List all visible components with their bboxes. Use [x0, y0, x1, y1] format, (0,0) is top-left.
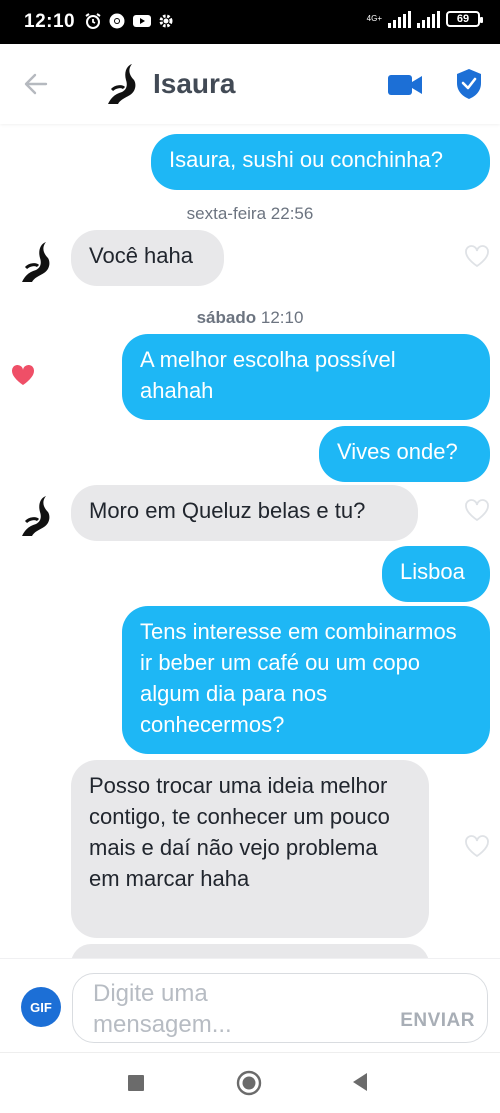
send-button[interactable]: ENVIAR: [400, 1010, 475, 1032]
timestamp-time: 12:10: [260, 308, 304, 327]
network-type-label: 4G+: [366, 14, 382, 23]
message-text: Você haha: [89, 243, 193, 268]
outgoing-message[interactable]: A melhor escolha possível ahahah: [122, 334, 490, 420]
timestamp-divider: sábado 12:10: [0, 308, 500, 328]
message-text: Moro em Queluz belas e tu?: [89, 498, 366, 523]
outgoing-message[interactable]: Isaura, sushi ou conchinha?: [151, 134, 490, 190]
contact-avatar-small[interactable]: [14, 236, 60, 288]
incoming-message[interactable]: Posso trocar uma ideia melhor contigo, t…: [71, 760, 429, 938]
outgoing-message[interactable]: Vives onde?: [319, 426, 490, 482]
liked-heart-icon[interactable]: [10, 363, 36, 387]
gif-button[interactable]: GIF: [21, 987, 61, 1027]
like-heart-icon[interactable]: [464, 244, 490, 268]
status-bar: 12:10 4G+ 69: [0, 0, 500, 44]
incoming-message[interactable]: Moro em Queluz belas e tu?: [71, 485, 418, 541]
signal-strength-2-icon: [417, 10, 440, 28]
chrome-icon: [109, 13, 125, 29]
message-input-placeholder: Digite uma mensagem...: [93, 980, 232, 1038]
safety-shield-icon[interactable]: [455, 68, 483, 100]
nav-back-icon[interactable]: [352, 1072, 368, 1092]
youtube-icon: [133, 15, 151, 27]
status-right-icons: 4G+ 69: [366, 10, 483, 28]
status-notification-icons: [84, 12, 174, 30]
message-text: Tens interesse em combinarmos ir beber u…: [140, 619, 457, 737]
settings-gear-icon: [159, 14, 173, 28]
like-heart-icon[interactable]: [464, 834, 490, 858]
message-input[interactable]: Digite uma mensagem... ENVIAR: [72, 973, 488, 1043]
alarm-icon: [85, 13, 101, 29]
timestamp-time: 22:56: [270, 204, 314, 223]
outgoing-message[interactable]: Tens interesse em combinarmos ir beber u…: [122, 606, 490, 754]
battery-icon: 69: [446, 11, 483, 27]
timestamp-divider: sexta-feira 22:56: [0, 204, 500, 224]
contact-name[interactable]: Isaura: [153, 68, 236, 100]
contact-avatar-small[interactable]: [14, 490, 60, 542]
back-arrow-icon[interactable]: [22, 70, 50, 98]
contact-avatar[interactable]: [98, 60, 142, 110]
signal-strength-icon: [388, 10, 411, 28]
message-text: A melhor escolha possível ahahah: [140, 347, 396, 403]
home-icon[interactable]: [236, 1070, 262, 1096]
battery-level: 69: [456, 13, 470, 25]
message-text: Lisboa: [400, 559, 465, 584]
message-text: Isaura, sushi ou conchinha?: [169, 147, 443, 172]
video-call-icon[interactable]: [387, 72, 423, 98]
timestamp-day: sábado: [196, 308, 257, 327]
incoming-message[interactable]: Você haha: [71, 230, 224, 286]
recent-apps-icon[interactable]: [128, 1075, 144, 1091]
outgoing-message[interactable]: Lisboa: [382, 546, 490, 602]
incoming-message-partial[interactable]: [71, 944, 429, 958]
status-time: 12:10: [24, 11, 76, 32]
message-text: Posso trocar uma ideia melhor contigo, t…: [89, 773, 390, 891]
message-list[interactable]: Isaura, sushi ou conchinha? sexta-feira …: [0, 124, 500, 958]
timestamp-day: sexta-feira: [186, 204, 267, 223]
message-text: Vives onde?: [337, 439, 458, 464]
system-navigation-bar: [0, 1052, 500, 1113]
like-heart-icon[interactable]: [464, 498, 490, 522]
message-composer: GIF Digite uma mensagem... ENVIAR: [0, 958, 500, 1053]
chat-header: Isaura: [0, 44, 500, 124]
